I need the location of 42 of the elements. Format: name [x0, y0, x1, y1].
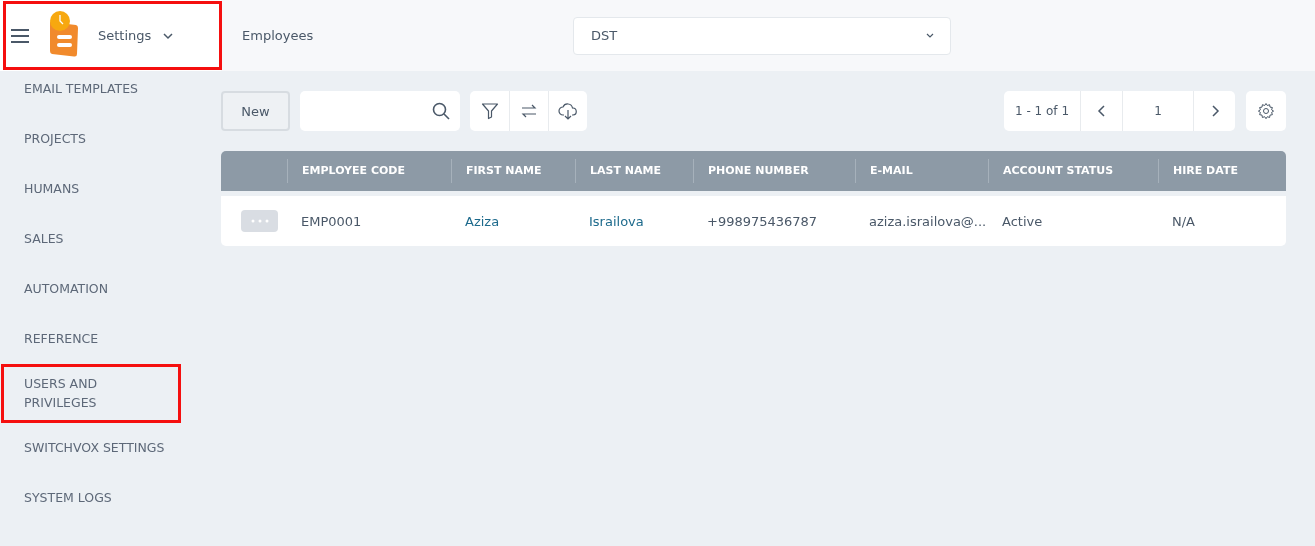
new-button[interactable]: New: [221, 91, 290, 131]
table-cell: N/A: [1172, 213, 1195, 229]
company-select[interactable]: DST: [573, 16, 951, 55]
chevron-down-icon: [163, 31, 174, 40]
column-header[interactable]: EMPLOYEE CODE: [287, 159, 451, 183]
page-range: 1 - 1 of 1: [1004, 91, 1081, 131]
search-field[interactable]: [300, 91, 460, 131]
caret-icon: [926, 32, 934, 39]
chevron-left-icon: [1096, 105, 1107, 117]
module-dropdown[interactable]: Settings: [98, 24, 174, 47]
table-cell-link[interactable]: Israilova: [589, 213, 644, 229]
sidebar-item[interactable]: AUTOMATION: [24, 279, 109, 298]
page-title: Employees: [242, 28, 315, 43]
sidebar-item[interactable]: PROJECTS: [24, 129, 86, 148]
sidebar-item[interactable]: HUMANS: [24, 179, 80, 198]
settings-button[interactable]: [1246, 91, 1286, 131]
page-number-field[interactable]: 1: [1122, 91, 1194, 131]
table-cell: aziza.israilova@...: [869, 213, 987, 229]
column-header[interactable]: E-MAIL: [855, 159, 988, 183]
column-header[interactable]: HIRE DATE: [1158, 159, 1286, 183]
table-cell: EMP0001: [301, 213, 362, 229]
sidebar-item[interactable]: EMAIL TEMPLATES: [24, 79, 138, 98]
column-header[interactable]: PHONE NUMBER: [693, 159, 855, 183]
dots-icon: [250, 219, 269, 223]
column-header[interactable]: ACCOUNT STATUS: [988, 159, 1158, 183]
menu-icon[interactable]: [10, 27, 30, 44]
table-cell-link[interactable]: Aziza: [465, 213, 500, 229]
sidebar-item[interactable]: USERS AND PRIVILEGES: [24, 374, 144, 412]
filter-icon: [480, 102, 499, 120]
sidebar-item[interactable]: SYSTEM LOGS: [24, 488, 112, 507]
column-header[interactable]: FIRST NAME: [451, 159, 575, 183]
sidebar-item[interactable]: SALES: [24, 229, 64, 248]
cloud-download-icon: [558, 102, 578, 120]
table-cell: +998975436787: [707, 213, 818, 229]
search-icon[interactable]: [432, 102, 450, 120]
chevron-right-icon: [1209, 105, 1220, 117]
column-header[interactable]: LAST NAME: [575, 159, 693, 183]
sidebar-item[interactable]: SWITCHVOX SETTINGS: [24, 438, 165, 457]
swap-arrows-icon: [520, 102, 538, 120]
settings-icon: [1257, 102, 1275, 120]
table-cell: Active: [1002, 213, 1043, 229]
sidebar-item[interactable]: REFERENCE: [24, 329, 99, 348]
